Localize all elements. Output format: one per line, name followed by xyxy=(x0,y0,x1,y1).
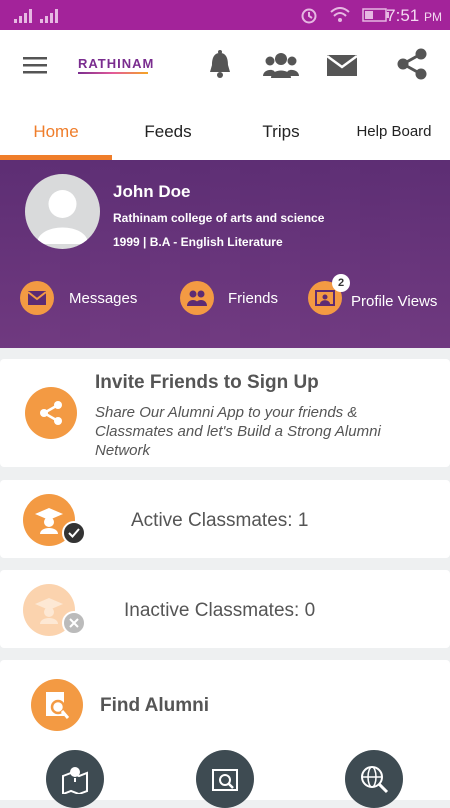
inactive-classmates-label: Inactive Classmates: 0 xyxy=(124,600,316,621)
signal-icon xyxy=(14,9,32,23)
map-pin-icon[interactable] xyxy=(46,750,104,808)
invite-description: Share Our Alumni App to your friends & C… xyxy=(95,404,381,459)
tab-home[interactable]: Home xyxy=(0,122,112,142)
app-logo: RATHINAM xyxy=(78,56,155,71)
image-search-icon[interactable] xyxy=(196,750,254,808)
share-icon xyxy=(25,387,77,439)
share-icon[interactable] xyxy=(394,46,430,82)
profile-college: Rathinam college of arts and science xyxy=(113,211,325,225)
messages-button[interactable]: Messages xyxy=(20,281,137,315)
messages-label: Messages xyxy=(69,289,138,307)
bell-icon[interactable] xyxy=(204,48,236,82)
checkmark-icon xyxy=(62,521,86,545)
tab-help-board[interactable]: Help Board xyxy=(338,123,450,140)
tab-feeds[interactable]: Feeds xyxy=(112,122,224,142)
profile-views-badge: 2 xyxy=(332,274,350,292)
invite-title: Invite Friends to Sign Up xyxy=(95,372,319,393)
menu-icon[interactable] xyxy=(20,50,50,80)
active-classmates-label: Active Classmates: 1 xyxy=(131,510,309,531)
profile-views-label: Profile Views xyxy=(351,292,438,310)
globe-search-icon[interactable] xyxy=(345,750,403,808)
status-time: 7:51 PM xyxy=(386,6,442,25)
logo-underline xyxy=(78,72,148,74)
wifi-icon xyxy=(330,7,350,22)
profile-batch: 1999 | B.A - English Literature xyxy=(113,235,283,249)
mail-icon[interactable] xyxy=(324,50,360,80)
friends-button[interactable]: Friends xyxy=(180,281,278,315)
avatar[interactable] xyxy=(25,174,100,249)
status-bar: 7:51 PM xyxy=(0,0,450,30)
tab-trips[interactable]: Trips xyxy=(225,122,337,142)
signal-icon xyxy=(40,9,58,23)
cross-icon xyxy=(62,611,86,635)
envelope-icon xyxy=(20,281,54,315)
group-icon[interactable] xyxy=(263,48,299,82)
alarm-icon xyxy=(301,8,317,24)
default-user-icon xyxy=(37,190,88,244)
friends-icon xyxy=(180,281,214,315)
profile-name: John Doe xyxy=(113,182,191,201)
friends-label: Friends xyxy=(228,289,279,307)
profile-views-button[interactable]: Profile Views xyxy=(308,281,437,315)
search-document-icon xyxy=(31,679,83,731)
find-alumni-title: Find Alumni xyxy=(100,695,210,716)
